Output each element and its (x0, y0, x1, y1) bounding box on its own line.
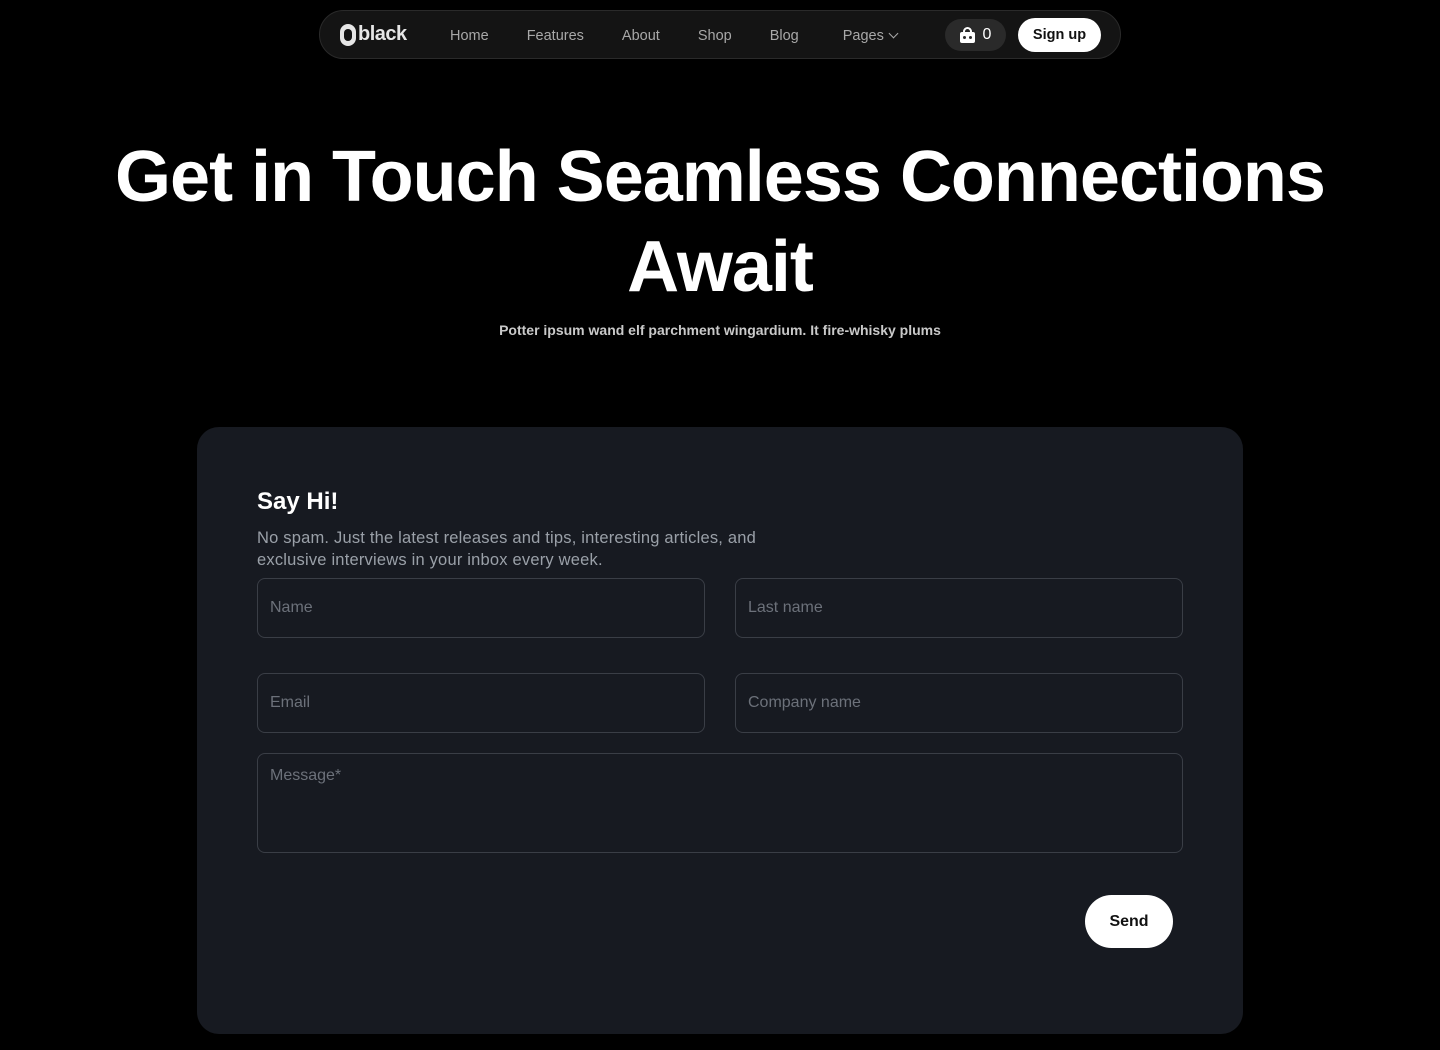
nav-links: Home Features About Shop Blog Pages (450, 11, 935, 60)
name-field[interactable] (257, 578, 705, 638)
nav-link-pages[interactable]: Pages (842, 27, 899, 44)
email-field[interactable] (257, 673, 705, 733)
signup-button[interactable]: Sign up (1018, 18, 1101, 52)
chevron-down-icon (888, 28, 899, 39)
form-title: Say Hi! (257, 488, 339, 515)
page-title: Get in Touch Seamless Connections Await (0, 132, 1440, 312)
page-title-line2: Await (627, 227, 814, 307)
logo-icon (340, 23, 356, 46)
company-name-field[interactable] (735, 673, 1183, 733)
logo-text: black (358, 23, 407, 45)
message-field[interactable] (257, 753, 1183, 853)
page-subtitle: Potter ipsum wand elf parchment wingardi… (499, 322, 941, 338)
cart-count: 0 (982, 26, 992, 43)
nav-link-pages-label: Pages (842, 27, 884, 44)
nav-link-about[interactable]: About (622, 28, 660, 44)
nav-link-features[interactable]: Features (527, 28, 584, 44)
contact-form-card: Say Hi! No spam. Just the latest release… (197, 427, 1243, 1034)
form-description: No spam. Just the latest releases and ti… (257, 529, 756, 569)
brand-logo[interactable]: black (340, 23, 407, 46)
top-navbar: black Home Features About Shop Blog Page… (319, 10, 1121, 59)
nav-link-home[interactable]: Home (450, 28, 489, 44)
nav-link-shop[interactable]: Shop (698, 28, 732, 44)
nav-link-blog[interactable]: Blog (770, 28, 799, 44)
send-button[interactable]: Send (1085, 895, 1173, 948)
last-name-field[interactable] (735, 578, 1183, 638)
cart-button[interactable]: 0 (945, 19, 1006, 51)
page-title-line1: Get in Touch Seamless Connections (115, 137, 1326, 217)
shopping-bag-icon (959, 27, 975, 43)
